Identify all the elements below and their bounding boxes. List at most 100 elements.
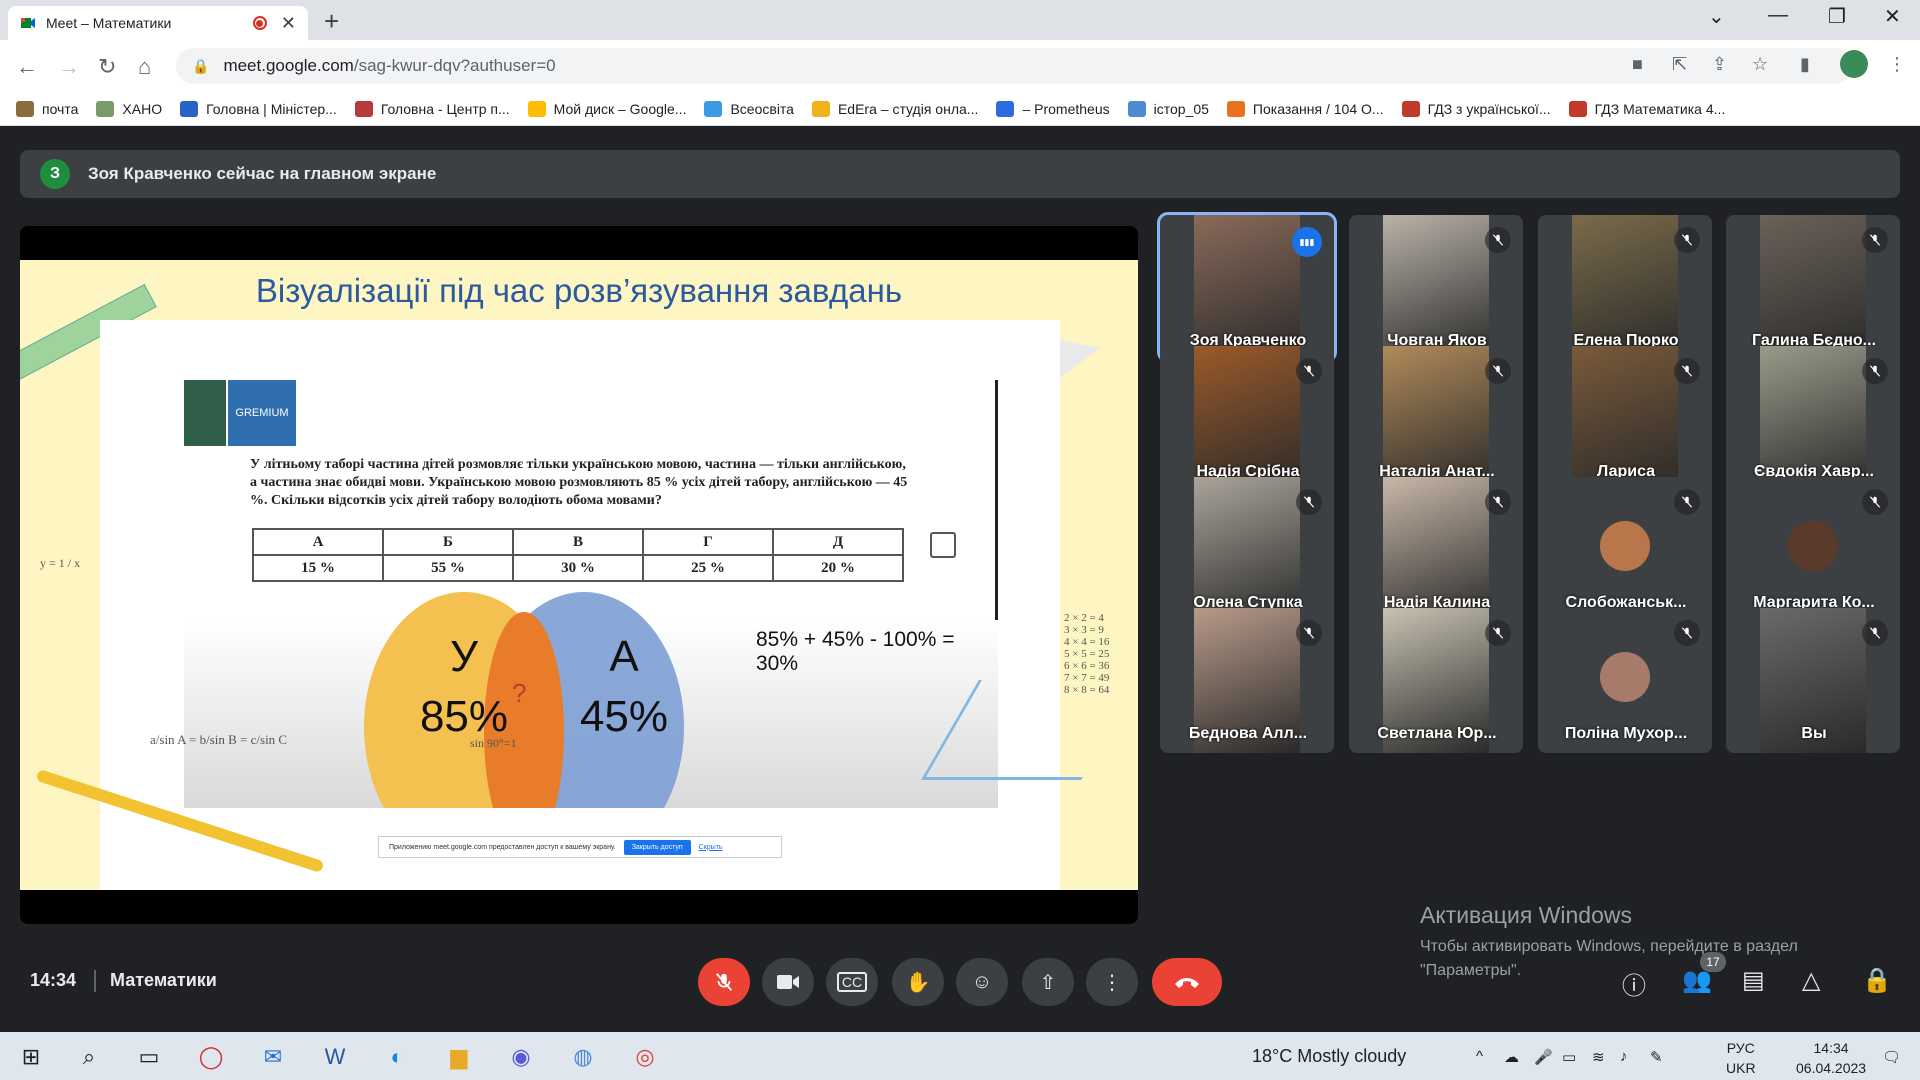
back-icon[interactable]: ← <box>16 54 38 80</box>
opera-icon[interactable]: ◯ <box>196 1042 226 1072</box>
bookmark-item[interactable]: EdEra – студія онла... <box>811 100 978 117</box>
maximize-button[interactable]: ❐ <box>1828 4 1846 29</box>
bookmark-item[interactable]: Мой диск – Google... <box>527 100 686 117</box>
reactions-button[interactable]: ☺ <box>956 958 1008 1006</box>
mic-off-button[interactable] <box>698 958 750 1006</box>
participant-tile[interactable]: Слобожанськ... <box>1538 477 1712 622</box>
bookmark-item[interactable]: – Prometheus <box>996 100 1110 117</box>
tray-overflow-icon[interactable]: ^ <box>1476 1048 1483 1065</box>
tray-volume-icon[interactable]: ♪ <box>1620 1048 1628 1065</box>
participant-tile[interactable]: Наталія Анат... <box>1349 346 1523 491</box>
minimize-button[interactable]: — <box>1768 4 1788 27</box>
meeting-details-icon[interactable]: ⓘ <box>1622 966 1646 1001</box>
participant-tile[interactable]: Надія Калина <box>1349 477 1523 622</box>
activities-icon[interactable]: △ <box>1802 966 1820 995</box>
mail-icon[interactable]: ✉ <box>258 1042 288 1072</box>
bookmark-icon <box>704 100 723 117</box>
tab-meet[interactable]: Meet – Математики ✕ <box>8 6 308 40</box>
task-card: GREMIUM У літньому таборі частина дітей … <box>184 380 998 808</box>
viber-icon[interactable]: ◉ <box>506 1042 536 1072</box>
profile-avatar[interactable] <box>1840 50 1868 78</box>
file-explorer-icon[interactable]: ▆ <box>444 1042 474 1072</box>
participant-tile[interactable]: Євдокія Хавр... <box>1726 346 1900 491</box>
address-bar[interactable]: 🔒 meet.google.com/sag-kwur-dqv?authuser=… <box>176 48 1852 84</box>
weather-widget[interactable]: 18°C Mostly cloudy <box>1252 1046 1406 1067</box>
captions-button[interactable]: CC <box>826 958 878 1006</box>
bookmark-label: – Prometheus <box>1022 100 1110 117</box>
windows-start-icon[interactable]: ⊞ <box>16 1042 46 1072</box>
host-controls-icon[interactable]: 🔒 <box>1862 966 1892 995</box>
task-view-icon[interactable]: ▭ <box>134 1042 164 1072</box>
language-indicator[interactable]: РУС UKR <box>1726 1038 1756 1078</box>
leave-call-button[interactable] <box>1152 958 1222 1006</box>
present-button[interactable]: ⇧ <box>1022 958 1074 1006</box>
bookmark-item[interactable]: ГДЗ Математика 4... <box>1568 100 1725 117</box>
home-icon[interactable]: ⌂ <box>138 54 151 80</box>
tray-wifi-icon[interactable]: ≋ <box>1592 1048 1605 1066</box>
task-text: У літньому таборі частина дітей розмовля… <box>250 457 908 508</box>
deco-law-of-sines: a/sin A = b/sin B = c/sin C <box>150 732 288 747</box>
participant-tile[interactable]: Галина Бєдно... <box>1726 215 1900 360</box>
participant-tile[interactable]: Лариса <box>1538 346 1712 491</box>
presentation-view[interactable]: Візуалізації під час розв’язування завда… <box>20 226 1138 924</box>
hide-notice-link[interactable]: Скрыть <box>699 844 723 851</box>
window-close-button[interactable]: ✕ <box>1884 4 1901 29</box>
search-icon[interactable]: ⌕ <box>74 1042 104 1072</box>
bookmark-item[interactable]: Показання / 104 О... <box>1226 100 1384 117</box>
new-tab-button[interactable]: + <box>324 6 339 37</box>
notifications-icon[interactable]: 🗨 <box>1882 1048 1901 1066</box>
edge-icon[interactable]: ◐ <box>382 1042 412 1072</box>
chat-icon[interactable]: ▤ <box>1742 966 1765 995</box>
tab-search-icon[interactable]: ⌄ <box>1708 4 1725 29</box>
stop-sharing-button[interactable]: Закрыть доступ <box>623 839 691 855</box>
participant-tile[interactable]: Поліна Мухор... <box>1538 608 1712 753</box>
bookmark-item[interactable]: ГДЗ з української... <box>1401 100 1551 117</box>
bookmark-item[interactable]: істор_05 <box>1127 100 1209 117</box>
participant-tile[interactable]: Вы <box>1726 608 1900 753</box>
participant-tile[interactable]: Човган Яков <box>1349 215 1523 360</box>
muted-mic-icon <box>1296 358 1322 384</box>
tray-battery-icon[interactable]: ▭ <box>1562 1048 1576 1066</box>
bookmark-icon <box>1226 100 1245 117</box>
lock-icon[interactable]: 🔒 <box>192 58 209 75</box>
word-icon[interactable]: W <box>320 1042 350 1072</box>
participant-tile[interactable]: Беднова Алл... <box>1160 608 1334 753</box>
participant-tile[interactable]: Маргарита Ко... <box>1726 477 1900 622</box>
bookmark-label: істор_05 <box>1153 100 1209 117</box>
clock-divider <box>94 970 96 992</box>
bookmark-item[interactable]: Головна - Центр п... <box>354 100 510 117</box>
bookmark-star-icon[interactable]: ☆ <box>1752 54 1768 75</box>
browser-menu-icon[interactable]: ⋮ <box>1888 54 1906 75</box>
camera-button[interactable] <box>762 958 814 1006</box>
bookmark-item[interactable]: Всеосвіта <box>704 100 794 117</box>
participant-tile[interactable]: Светлана Юр... <box>1349 608 1523 753</box>
answer-option-label: Д <box>772 528 904 556</box>
taskbar-clock[interactable]: 14:34 06.04.2023 <box>1796 1038 1866 1078</box>
bookmark-item[interactable]: Головна | Міністер... <box>180 100 337 117</box>
more-options-button[interactable]: ⋮ <box>1086 958 1138 1006</box>
bookmark-item[interactable]: почта <box>16 100 78 117</box>
answers-header-row: АБВГД <box>252 528 904 556</box>
participant-avatar <box>1788 521 1838 571</box>
participant-tile[interactable]: Елена Пюрко <box>1538 215 1712 360</box>
forward-icon[interactable]: → <box>58 54 80 80</box>
telegram-icon[interactable]: ◍ <box>568 1042 598 1072</box>
chrome-icon[interactable]: ◎ <box>630 1042 660 1072</box>
tab-close-icon[interactable]: ✕ <box>281 13 296 34</box>
participant-tile[interactable]: Надія Срібна <box>1160 346 1334 491</box>
participant-tile[interactable]: ▮▮▮ Зоя Кравченко <box>1157 212 1337 363</box>
open-in-window-icon[interactable]: ⇱ <box>1672 54 1687 75</box>
present-screen-icon: ⇧ <box>1039 971 1057 994</box>
raise-hand-button[interactable]: ✋ <box>892 958 944 1006</box>
tray-onedrive-icon[interactable]: ☁ <box>1504 1048 1519 1066</box>
reload-icon[interactable]: ↻ <box>98 54 116 80</box>
side-panel-icon[interactable]: ▮ <box>1800 54 1810 75</box>
activation-title: Активация Windows <box>1420 902 1632 928</box>
participant-tile[interactable]: Олена Ступка <box>1160 477 1334 622</box>
bookmark-item[interactable]: ХАНО <box>96 100 162 117</box>
camera-in-use-icon[interactable]: ■ <box>1632 54 1643 75</box>
url-host: meet.google.com <box>223 56 354 75</box>
tray-pen-icon[interactable]: ✎ <box>1650 1048 1663 1066</box>
share-icon[interactable]: ⇪ <box>1712 54 1727 75</box>
tray-mic-icon[interactable]: 🎤 <box>1534 1048 1553 1066</box>
